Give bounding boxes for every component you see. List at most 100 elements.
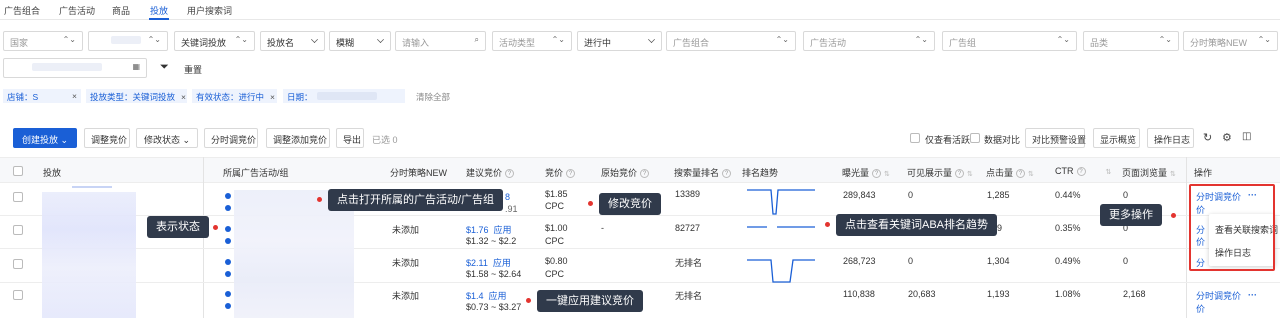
adjust-rec-bid-button[interactable]: 调整添加竞价 — [266, 128, 330, 148]
clear-all-link[interactable]: 清除全部 — [416, 91, 450, 103]
row-checkbox[interactable] — [13, 259, 23, 269]
col-orig-bid: 原始竞价? — [601, 166, 650, 179]
portfolio-select[interactable]: 广告组合 ⌃⌄ — [666, 31, 796, 51]
ctr: 0.49% — [1055, 256, 1081, 266]
search-icon[interactable]: ⌕ — [475, 35, 479, 45]
display-overview-button[interactable]: 显示概览 — [1093, 128, 1140, 148]
bid-value[interactable]: $0.80 — [545, 256, 568, 266]
row-checkbox[interactable] — [13, 290, 23, 300]
clicks: 1,304 — [987, 256, 1010, 266]
category-select[interactable]: 品类 ⌃⌄ — [1083, 31, 1179, 51]
search-input[interactable]: 请输入 ⌕ — [395, 31, 486, 51]
match-select[interactable]: 模糊 — [329, 31, 391, 51]
more-icon[interactable]: ··· — [1248, 290, 1257, 300]
status-dot — [225, 259, 231, 265]
status-select[interactable]: 进行中 — [577, 31, 662, 51]
campaign-select[interactable]: 广告活动 ⌃⌄ — [803, 31, 935, 51]
col-ctr: CTR? ⇅ — [1055, 166, 1112, 177]
sort-icon[interactable]: ⇅ — [1170, 170, 1176, 178]
activity-type-select[interactable]: 活动类型 ⌃⌄ — [492, 31, 572, 51]
strategy-value: 未添加 — [392, 225, 420, 235]
tab-portfolio[interactable]: 广告组合 — [4, 4, 40, 17]
col-impressions: 曝光量? ⇅ — [842, 168, 890, 179]
search-rank: 82727 — [675, 223, 701, 233]
date-range-picker[interactable]: ▦ — [3, 58, 147, 78]
sort-icon[interactable]: ⇅ — [1028, 170, 1034, 178]
create-target-button[interactable]: 创建投放 ⌄ — [13, 128, 77, 148]
top-impressions: 0 — [1123, 190, 1129, 200]
col-strategy: 分时策略NEW — [390, 168, 447, 178]
only-active-checkbox[interactable] — [910, 133, 920, 143]
adgroup-select[interactable]: 广告组 ⌃⌄ — [942, 31, 1077, 51]
ad-type-select[interactable]: 关键词投放 ⌃⌄ — [174, 31, 255, 51]
store-select[interactable]: ⌃⌄ — [88, 31, 168, 51]
columns-icon[interactable]: ◫ — [1242, 131, 1251, 142]
bid-unit: CPC — [545, 236, 565, 246]
help-icon[interactable]: ? — [1016, 169, 1026, 179]
select-all-checkbox[interactable] — [13, 166, 23, 176]
timed-bid-button[interactable]: 分时调竞价 — [204, 128, 258, 148]
help-icon[interactable]: ? — [955, 169, 965, 179]
tab-campaign[interactable]: 广告活动 — [59, 4, 95, 17]
status-dot — [225, 303, 231, 309]
row-checkbox[interactable] — [13, 225, 23, 235]
suggest-apply-link[interactable]: 8 — [505, 192, 510, 202]
apply-link[interactable]: 应用 — [489, 291, 507, 301]
adjust-bid-button[interactable]: 调整竞价 — [84, 128, 130, 148]
column-divider — [1186, 157, 1187, 318]
export-button[interactable]: 导出 — [336, 128, 364, 148]
callout-pointer — [526, 298, 531, 303]
suggest-bid: $1.76 应用 — [466, 225, 512, 235]
timed-bid-link[interactable]: 分时调竞价 — [1196, 289, 1241, 302]
refresh-icon[interactable]: ↻ — [1203, 131, 1212, 144]
col-top-impressions: 页面浏览量 ⇅ — [1122, 168, 1176, 178]
sort-icon[interactable]: ⇅ — [967, 170, 973, 178]
help-icon[interactable]: ? — [505, 169, 515, 179]
sort-icon[interactable]: ⇅ — [1106, 168, 1112, 176]
help-icon[interactable]: ? — [872, 169, 882, 179]
calendar-icon: ▦ — [132, 62, 140, 71]
reset-button[interactable]: 重置 — [184, 63, 202, 76]
gear-icon[interactable]: ⚙ — [1222, 131, 1232, 144]
suggest-bid: $1.4 应用 — [466, 291, 507, 301]
help-icon[interactable]: ? — [566, 169, 576, 179]
apply-link[interactable]: 应用 — [494, 225, 512, 235]
row-checkbox[interactable] — [13, 192, 23, 202]
highlight-box — [1189, 184, 1275, 271]
help-icon[interactable]: ? — [1076, 167, 1086, 177]
country-select[interactable]: 国家 ⌃⌄ — [3, 31, 83, 51]
alert-settings-button[interactable]: 对比预警设置 — [1025, 128, 1086, 148]
tab-targeting[interactable]: 投放 — [150, 4, 168, 17]
strategy-select[interactable]: 分时策略NEW ⌃⌄ — [1183, 31, 1278, 51]
timed-bid-link-cont[interactable]: 价 — [1196, 302, 1205, 315]
visible-impressions: 0 — [908, 256, 914, 266]
apply-link[interactable]: 应用 — [493, 258, 511, 268]
op-log-button[interactable]: 操作日志 — [1147, 128, 1194, 148]
target-name-blurred — [42, 192, 136, 318]
bid-value[interactable]: $1.00 — [545, 223, 568, 233]
suggest-bid: $2.11 应用 — [466, 258, 511, 268]
change-status-button[interactable]: 修改状态 ⌄ — [136, 128, 198, 148]
col-operations: 操作 — [1194, 168, 1213, 178]
compare-checkbox[interactable] — [970, 133, 980, 143]
close-icon[interactable]: × — [72, 91, 77, 101]
rank-trend-chart[interactable] — [745, 184, 820, 284]
filter-icon[interactable]: ⏷ — [160, 61, 169, 74]
help-icon[interactable]: ? — [640, 169, 650, 179]
bid-unit: CPC — [545, 201, 565, 211]
bid-value[interactable]: $1.85 — [545, 189, 568, 199]
sort-icon[interactable]: ⇅ — [884, 170, 890, 178]
search-rank: 无排名 — [675, 258, 703, 268]
tab-product[interactable]: 商品 — [112, 4, 130, 17]
tab-search-terms[interactable]: 用户搜索词 — [187, 4, 232, 17]
target-name-select[interactable]: 投放名 — [260, 31, 325, 51]
help-icon[interactable]: ? — [722, 169, 732, 179]
selected-count: 已选 0 — [372, 135, 398, 145]
ctr: 1.08% — [1055, 289, 1081, 299]
status-dot — [225, 238, 231, 244]
clicks: 1,285 — [987, 190, 1010, 200]
close-icon[interactable]: × — [270, 92, 275, 102]
close-icon[interactable]: × — [181, 92, 186, 102]
suggest-range: $0.73 ~ $3.27 — [466, 302, 522, 312]
orig-bid: - — [601, 223, 604, 233]
